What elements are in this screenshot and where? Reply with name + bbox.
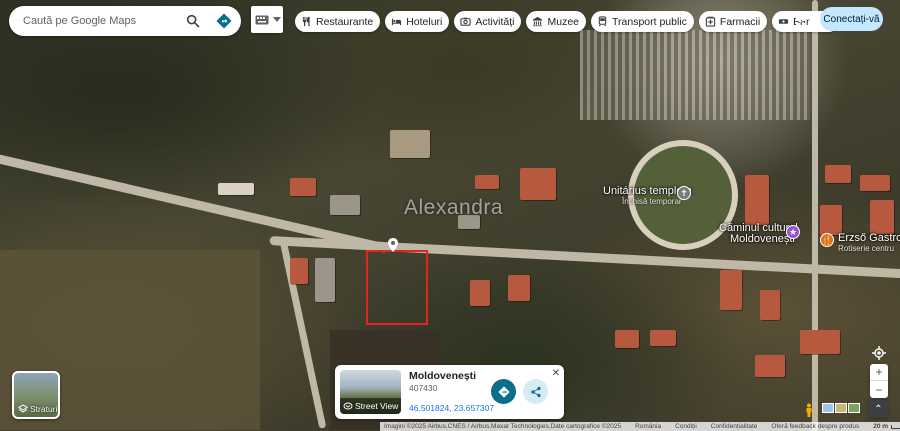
footer-link-privacy[interactable]: Confidențialitate <box>711 423 758 430</box>
share-icon <box>530 386 541 397</box>
cemetery-area <box>580 30 810 120</box>
road <box>812 0 818 431</box>
chip-label: Hoteluri <box>406 15 443 28</box>
building <box>218 183 254 195</box>
chip-label: Activități <box>475 15 515 28</box>
chip-hoteluri[interactable]: Hoteluri <box>385 11 450 32</box>
restaurant-poi-icon[interactable]: 🍴 <box>820 233 834 247</box>
building <box>508 275 530 301</box>
road <box>269 236 900 280</box>
building <box>475 175 499 189</box>
chip-farmacii[interactable]: Farmacii <box>698 11 768 32</box>
imagery-credit: Imagini ©2025 Airbus,CNES / Airbus,Maxar… <box>384 423 622 430</box>
chip-activitati[interactable]: Activități <box>454 11 522 32</box>
selected-area <box>366 250 428 325</box>
location-info-card[interactable]: Street View Moldovenești 407430 46.50182… <box>335 365 564 419</box>
chip-restaurante[interactable]: Restaurante <box>295 11 381 32</box>
chip-muzee[interactable]: Muzee <box>526 11 586 32</box>
building <box>870 200 894 234</box>
building <box>745 175 769 225</box>
place-label-culture-sub: Moldovenești <box>730 233 795 245</box>
footer-link-country[interactable]: România <box>635 423 661 430</box>
coordinates-link[interactable]: 46.501824, 23.657307 <box>409 403 494 413</box>
layers-button[interactable]: Straturi <box>12 371 60 419</box>
zoom-control: + − <box>870 364 888 398</box>
layers-label: Straturi <box>30 404 58 414</box>
building <box>650 330 676 346</box>
map-type-thumbnails[interactable] <box>822 403 860 413</box>
my-location-icon <box>872 346 886 360</box>
zoom-out-button[interactable]: − <box>870 381 888 398</box>
map-thumb[interactable] <box>822 403 834 413</box>
street-view-label: Street View <box>355 401 399 411</box>
museum-icon <box>533 16 543 27</box>
building <box>330 195 360 215</box>
chip-label: Restaurante <box>316 15 374 28</box>
directions-icon <box>497 385 510 398</box>
building <box>615 330 639 348</box>
pharmacy-icon <box>705 16 716 27</box>
building <box>820 205 842 235</box>
directions-icon[interactable] <box>216 13 232 29</box>
keyboard-icon <box>255 15 269 24</box>
transit-icon <box>598 16 607 27</box>
street-view-thumbnail[interactable]: Street View <box>340 370 401 414</box>
footer-link-feedback[interactable]: Oferă feedback despre produs <box>771 423 859 430</box>
place-sub-restaurant: Rotiserie centru <box>838 244 895 253</box>
chevron-down-icon <box>273 16 281 22</box>
building <box>800 330 840 354</box>
my-location-button[interactable] <box>870 344 888 362</box>
apps-grid-icon[interactable] <box>790 11 806 27</box>
search-icon[interactable] <box>185 13 201 29</box>
building <box>760 290 780 320</box>
pegman-icon[interactable] <box>804 403 814 417</box>
building <box>860 175 890 191</box>
share-button[interactable] <box>523 379 548 404</box>
place-title: Moldovenești <box>409 370 477 382</box>
community-icon[interactable]: ★ <box>786 225 800 239</box>
search-box[interactable] <box>9 6 241 36</box>
building <box>290 258 308 284</box>
place-label-restaurant[interactable]: Erzső Gastro Lo <box>838 232 900 244</box>
church-icon[interactable]: ✝ <box>677 186 691 200</box>
layers-icon <box>18 404 28 413</box>
postal-code: 407430 <box>409 383 438 393</box>
satellite-thumb[interactable] <box>848 403 860 413</box>
restaurant-icon <box>302 16 310 27</box>
chip-label: Muzee <box>547 15 579 28</box>
street-view-icon <box>343 402 353 410</box>
town-label: Alexandra <box>404 196 504 219</box>
building <box>755 355 785 377</box>
map-footer: Imagini ©2025 Airbus,CNES / Airbus,Maxar… <box>380 422 900 431</box>
footer-link-terms[interactable]: Condiții <box>675 423 697 430</box>
scale-label: 20 m <box>873 423 889 430</box>
chip-label: Transport public <box>612 15 687 28</box>
building <box>390 130 430 158</box>
expand-up-icon[interactable]: ⌃ <box>869 400 888 418</box>
close-icon[interactable]: ✕ <box>552 368 560 379</box>
keyboard-button[interactable] <box>251 6 283 33</box>
zoom-in-button[interactable]: + <box>870 364 888 381</box>
scale-bar[interactable]: 20 m <box>873 423 900 430</box>
bank-icon <box>779 19 789 24</box>
building <box>825 165 851 183</box>
building <box>290 178 316 196</box>
building <box>315 258 335 302</box>
search-input[interactable] <box>23 15 173 27</box>
building <box>470 280 490 306</box>
building <box>520 168 556 200</box>
building <box>720 270 742 310</box>
chip-label: Farmacii <box>719 15 761 28</box>
location-pin-icon[interactable] <box>387 238 399 252</box>
chip-transport-public[interactable]: Transport public <box>591 11 694 32</box>
place-sub-church: Închisă temporar <box>622 197 682 206</box>
hotel-icon <box>392 18 402 26</box>
terrain-thumb[interactable] <box>835 403 847 413</box>
sign-in-button[interactable]: Conectați-vă <box>820 7 883 31</box>
category-chips: Restaurante Hoteluri Activități Muzee Tr… <box>295 11 839 32</box>
directions-button[interactable] <box>491 379 516 404</box>
camera-icon <box>460 17 472 26</box>
